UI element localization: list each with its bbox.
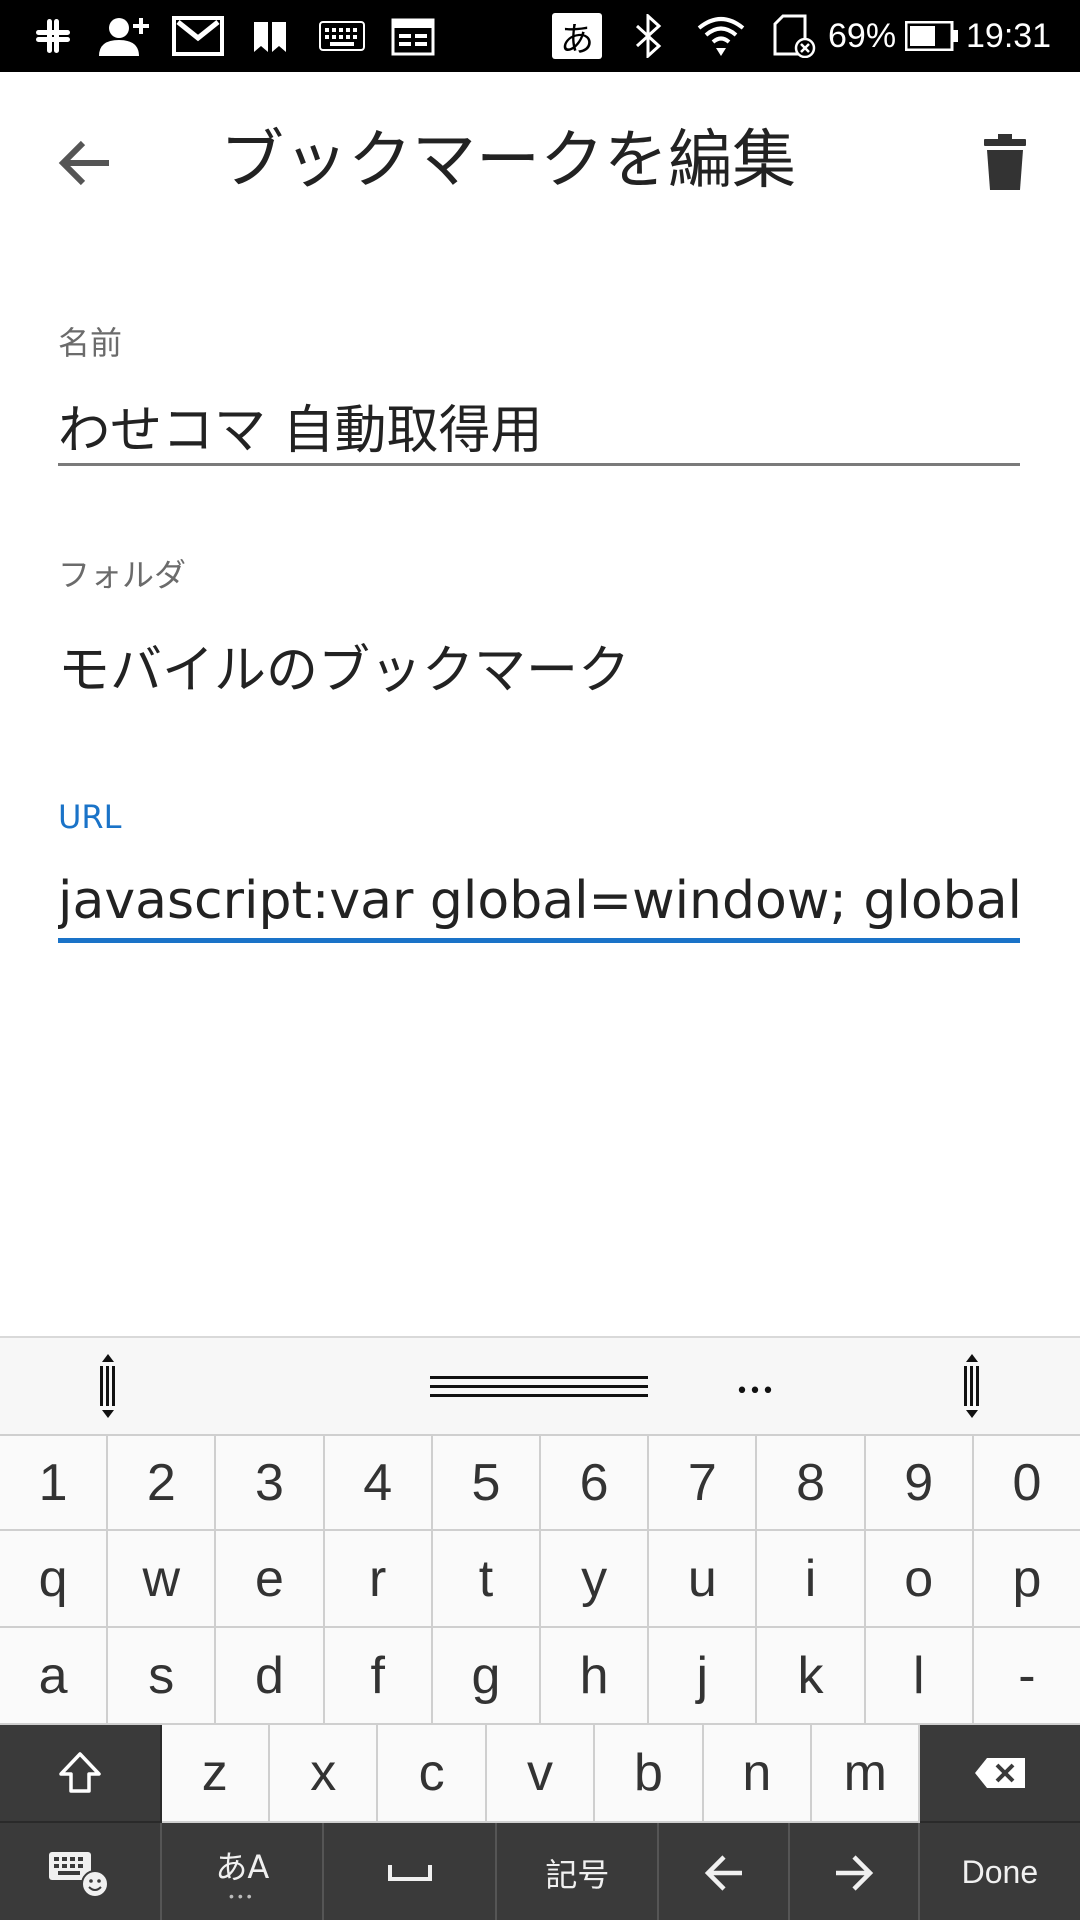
- sd-card-icon: [772, 14, 818, 58]
- key-n[interactable]: n: [703, 1725, 813, 1823]
- key-4[interactable]: 4: [324, 1436, 433, 1531]
- key-hyphen[interactable]: -: [973, 1628, 1080, 1725]
- delete-button[interactable]: [960, 118, 1050, 208]
- keyboard-z-row: z x c v b n m: [0, 1725, 1080, 1823]
- key-v[interactable]: v: [486, 1725, 596, 1823]
- key-r[interactable]: r: [324, 1531, 433, 1628]
- gmail-icon: [172, 14, 224, 58]
- back-arrow-icon: [58, 140, 109, 186]
- cursor-right-key[interactable]: [789, 1823, 920, 1920]
- trash-icon: [984, 134, 1026, 190]
- key-9[interactable]: 9: [865, 1436, 974, 1531]
- name-input[interactable]: [58, 390, 1020, 460]
- key-i[interactable]: i: [757, 1531, 866, 1628]
- name-label: 名前: [58, 324, 123, 362]
- keyboard-emoji-icon: [49, 1851, 110, 1898]
- arrow-right-icon: [835, 1854, 873, 1891]
- shift-key[interactable]: [0, 1725, 162, 1823]
- keyboard-toolbar: •••: [0, 1338, 1080, 1434]
- key-8[interactable]: 8: [757, 1436, 866, 1531]
- key-m[interactable]: m: [812, 1725, 921, 1823]
- arrow-left-icon: [704, 1854, 742, 1891]
- key-q[interactable]: q: [0, 1531, 109, 1628]
- keyboard-settings-key[interactable]: [0, 1823, 163, 1920]
- key-z[interactable]: z: [161, 1725, 270, 1823]
- keyboard-function-row: あA ••• 記号 Done: [0, 1823, 1080, 1920]
- backspace-icon: [975, 1758, 1026, 1788]
- language-switch-dots: •••: [228, 1887, 256, 1904]
- symbol-key[interactable]: 記号: [497, 1823, 660, 1920]
- key-t[interactable]: t: [432, 1531, 542, 1628]
- keyboard-q-row: q w e r t y u i o p: [0, 1531, 1080, 1628]
- done-key[interactable]: Done: [919, 1823, 1080, 1920]
- key-1[interactable]: 1: [0, 1436, 109, 1531]
- battery-icon: [904, 14, 960, 58]
- calendar-icon: [390, 14, 436, 58]
- key-6[interactable]: 6: [541, 1436, 650, 1531]
- key-0[interactable]: 0: [973, 1436, 1080, 1531]
- key-l[interactable]: l: [865, 1628, 974, 1725]
- key-c[interactable]: c: [378, 1725, 487, 1823]
- keyboard-resize-left-handle[interactable]: [94, 1352, 122, 1422]
- key-w[interactable]: w: [108, 1531, 217, 1628]
- page-title: ブックマークを編集: [220, 124, 796, 198]
- ime-icon: あ: [552, 13, 602, 60]
- keyboard-number-row: 1 2 3 4 5 6 7 8 9 0: [0, 1434, 1080, 1531]
- key-b[interactable]: b: [595, 1725, 704, 1823]
- cursor-left-key[interactable]: [659, 1823, 790, 1920]
- name-underline: [58, 463, 1020, 466]
- language-switch-key[interactable]: あA •••: [162, 1823, 325, 1920]
- key-a[interactable]: a: [0, 1628, 109, 1725]
- wifi-icon: [694, 14, 748, 58]
- key-7[interactable]: 7: [649, 1436, 758, 1531]
- key-u[interactable]: u: [649, 1531, 758, 1628]
- keyboard-drag-handle[interactable]: [430, 1374, 648, 1400]
- key-y[interactable]: y: [541, 1531, 650, 1628]
- key-k[interactable]: k: [757, 1628, 866, 1725]
- key-o[interactable]: o: [865, 1531, 974, 1628]
- keyboard-resize-right-handle[interactable]: [958, 1352, 986, 1422]
- add-person-icon: [96, 14, 154, 58]
- key-g[interactable]: g: [432, 1628, 542, 1725]
- space-icon: [387, 1864, 432, 1881]
- key-j[interactable]: j: [649, 1628, 758, 1725]
- keyboard-more-button[interactable]: •••: [730, 1372, 780, 1412]
- battery-percent: 69%: [828, 17, 897, 55]
- key-f[interactable]: f: [324, 1628, 433, 1725]
- url-label: URL: [58, 798, 122, 836]
- key-3[interactable]: 3: [216, 1436, 325, 1531]
- url-input[interactable]: [58, 866, 1020, 936]
- soft-keyboard: ••• 1 2 3 4 5 6 7 8 9 0 q w e r t y u i …: [0, 1336, 1080, 1920]
- language-switch-label: あA: [215, 1847, 270, 1886]
- key-e[interactable]: e: [216, 1531, 325, 1628]
- key-h[interactable]: h: [541, 1628, 650, 1725]
- app-bar: ブックマークを編集: [0, 72, 1080, 242]
- key-5[interactable]: 5: [432, 1436, 542, 1531]
- keyboard-a-row: a s d f g h j k l -: [0, 1628, 1080, 1725]
- url-underline: [58, 938, 1020, 943]
- slack-icon: [30, 14, 76, 58]
- clock: 19:31: [966, 17, 1052, 55]
- key-x[interactable]: x: [270, 1725, 379, 1823]
- folder-label: フォルダ: [58, 556, 187, 594]
- backspace-key[interactable]: [920, 1725, 1080, 1823]
- key-2[interactable]: 2: [108, 1436, 217, 1531]
- shift-icon: [59, 1752, 101, 1793]
- key-s[interactable]: s: [108, 1628, 217, 1725]
- space-key[interactable]: [324, 1823, 498, 1920]
- keyboard-icon: [318, 14, 366, 58]
- status-bar: あ 69% 19:31: [0, 0, 1080, 72]
- back-button[interactable]: [40, 118, 130, 208]
- bookmark-icon: [252, 14, 288, 58]
- key-d[interactable]: d: [216, 1628, 325, 1725]
- folder-selector[interactable]: モバイルのブックマーク: [58, 636, 1020, 706]
- bluetooth-icon: [628, 14, 668, 58]
- key-p[interactable]: p: [973, 1531, 1080, 1628]
